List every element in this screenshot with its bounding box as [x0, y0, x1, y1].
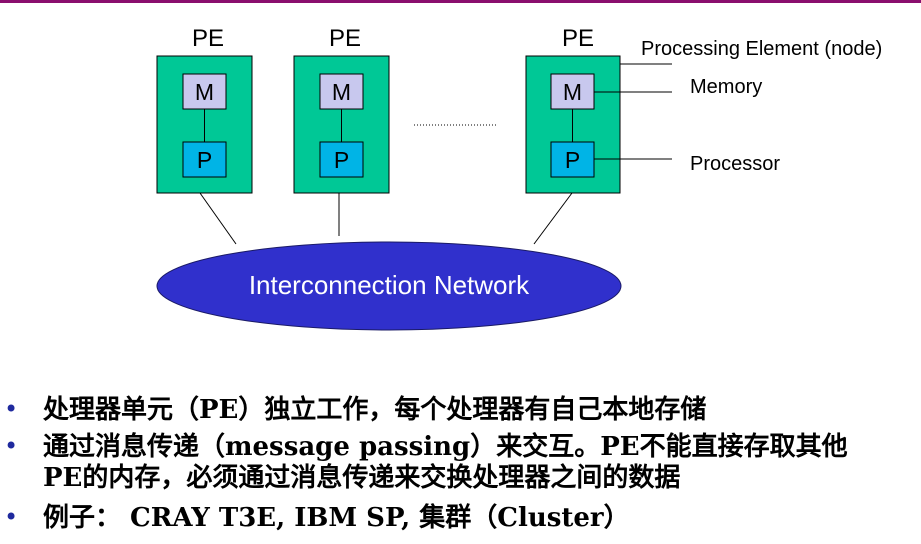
distributed-memory-diagram: Interconnection Network PE M P PE M P PE…	[156, 25, 882, 331]
processor-box-label: P	[565, 147, 580, 173]
network-label: Interconnection Network	[249, 270, 530, 300]
bullet-text: PE的内存，必须通过消息传递来交换处理器之间的数据	[43, 463, 681, 493]
callout-node-label: Processing Element (node)	[641, 38, 882, 60]
pe-node-1: PE M P	[156, 25, 253, 194]
bullet-dot-icon: •	[4, 432, 19, 460]
bullet-dot-icon: •	[4, 503, 19, 531]
memory-box-label: M	[332, 79, 351, 105]
bullet-text: 处理器单元（PE）独立工作，每个处理器有自己本地存储	[43, 395, 707, 425]
pe1-network-link	[199, 192, 237, 245]
processor-box-label: P	[197, 147, 212, 173]
processor-box-label: P	[334, 147, 349, 173]
pe-node-3: PE M P	[525, 25, 621, 194]
pe-node-2: PE M P	[293, 25, 390, 194]
bullet-text: 例子： CRAY T3E, IBM SP, 集群（Cluster）	[43, 503, 630, 533]
bullet-text: 通过消息传递（message passing）来交互。PE不能直接存取其他	[43, 432, 848, 462]
memory-box-label: M	[195, 79, 214, 105]
pe3-network-link	[533, 192, 573, 245]
pe-label: PE	[562, 25, 594, 52]
callout-memory-label: Memory	[690, 76, 762, 98]
pe-label: PE	[329, 25, 361, 52]
pe-label: PE	[192, 25, 224, 52]
bullet-dot-icon: •	[4, 395, 19, 423]
memory-box-label: M	[563, 79, 582, 105]
callout-processor-label: Processor	[690, 153, 780, 175]
